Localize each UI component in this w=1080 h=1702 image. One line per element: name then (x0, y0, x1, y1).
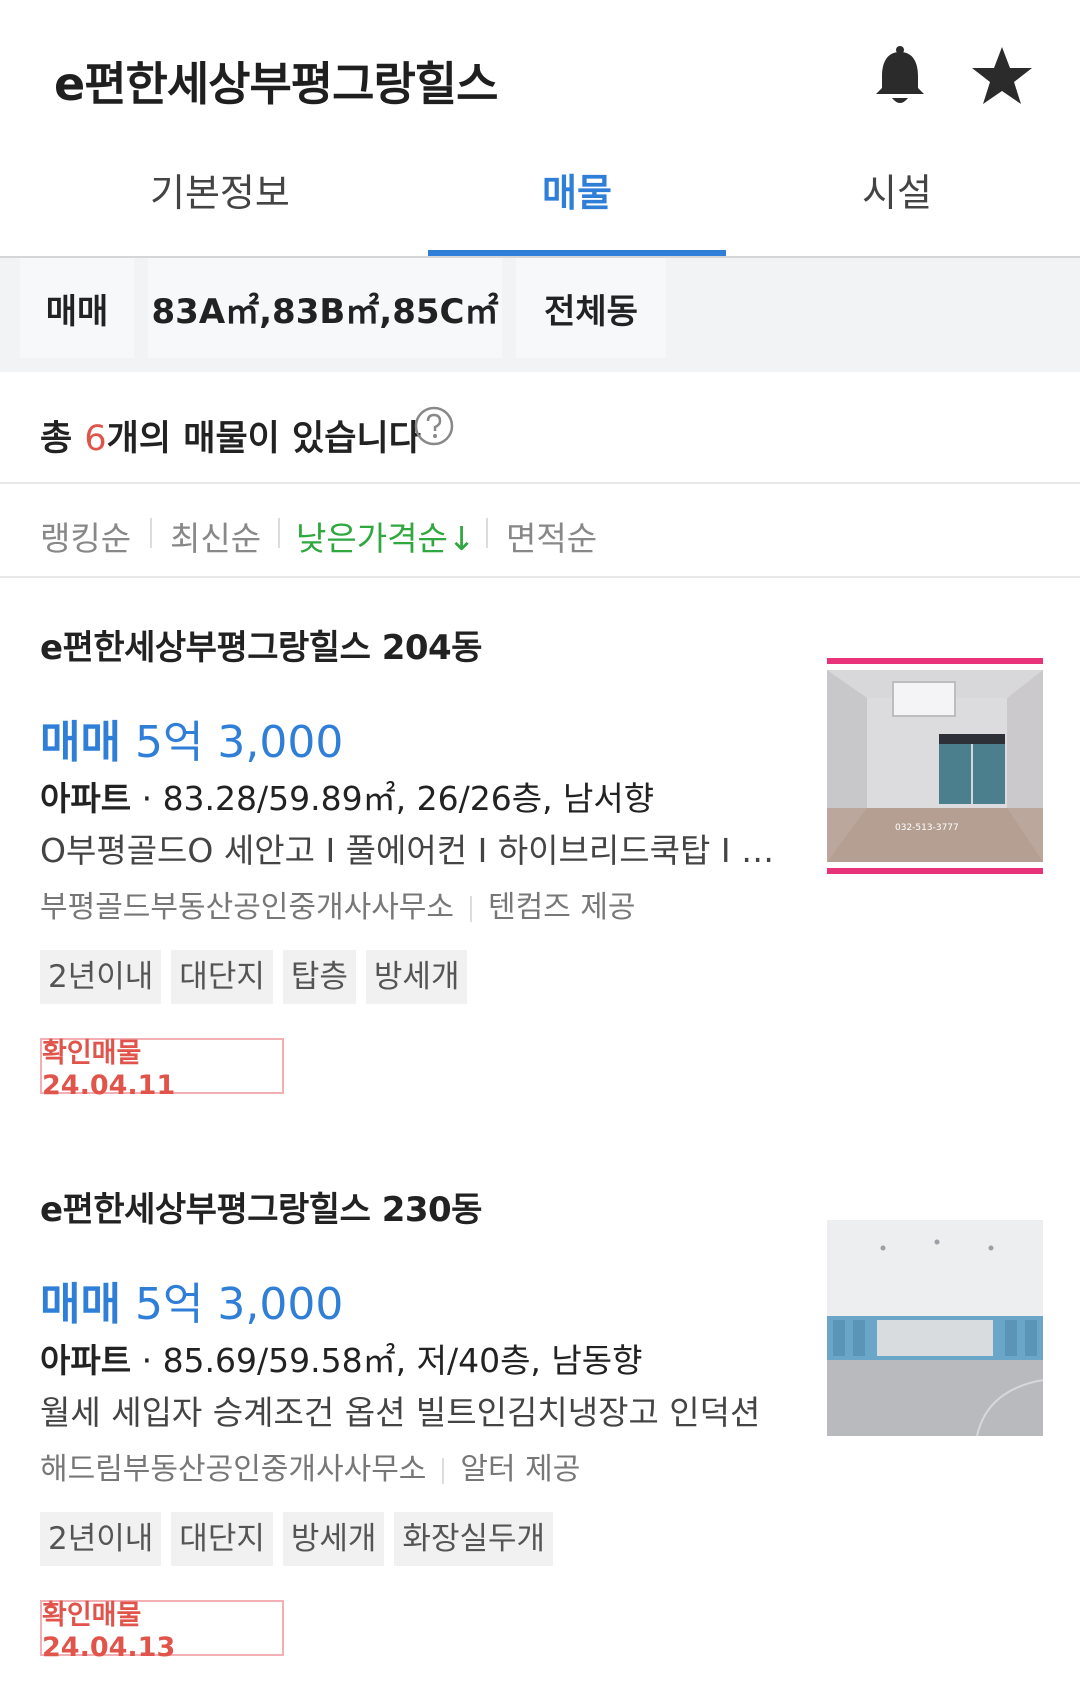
verified-badge: 확인매물 24.04.13 (40, 1600, 284, 1663)
listing-price: 매매 5억 3,000 (40, 706, 343, 770)
tag: 대단지 (171, 950, 273, 1004)
listing-item[interactable]: e편한세상부평그랑힐스 230동 매매 5억 3,000 아파트 · 85.69/… (0, 1182, 1080, 1702)
listing-count: 총 6개의 매물이 있습니다 (40, 410, 421, 461)
verified-badge: 확인매물 24.04.11 (40, 1038, 284, 1101)
listing-title: e편한세상부평그랑힐스 230동 (40, 1190, 482, 1230)
count-prefix: 총 (40, 419, 85, 459)
tag: 방세개 (365, 950, 468, 1004)
data-provider: 텐컴즈 제공 (488, 890, 636, 925)
tag: 탑층 (282, 950, 356, 1004)
tab-bar: 기본정보 매물 시설 (0, 150, 1080, 258)
property-type: 아파트 (40, 779, 132, 818)
bell-icon[interactable] (872, 44, 928, 108)
app-header: e편한세상부평그랑힐스 (0, 0, 1080, 150)
active-tab-indicator (428, 250, 726, 256)
count-number: 6 (84, 419, 107, 459)
agent-separator (470, 895, 472, 922)
sort-area[interactable]: 면적순 (506, 512, 597, 560)
page-title: e편한세상부평그랑힐스 (54, 57, 498, 111)
spec-details: · 85.69/59.58㎡, 저/40층, 남동향 (131, 1341, 643, 1380)
tag: 화장실두개 (394, 1512, 554, 1566)
listing-photo[interactable] (827, 1220, 1043, 1436)
sort-separator (150, 518, 152, 548)
listing-spec: 아파트 · 83.28/59.89㎡, 26/26층, 남서향 (40, 772, 654, 820)
agent-name: 부평골드부동산공인중개사사무소 (40, 890, 454, 925)
listing-agent: 해드림부동산공인중개사사무소 알터 제공 (40, 1444, 580, 1488)
property-type: 아파트 (40, 1341, 132, 1380)
listing-photo[interactable]: 032-513-3777 (827, 658, 1043, 874)
listing-description: 월세 세입자 승계조건 옵션 빌트인김치냉장고 인덕션 (40, 1393, 761, 1432)
tab-facilities[interactable]: 시설 (862, 162, 932, 217)
deal-type: 매매 (40, 1279, 121, 1330)
sort-newest[interactable]: 최신순 (170, 512, 261, 560)
sort-separator (486, 518, 488, 548)
divider (0, 482, 1080, 484)
sort-lowest-price[interactable]: 낮은가격순↓ (296, 512, 475, 560)
tag: 2년이내 (40, 950, 162, 1004)
listing-spec: 아파트 · 85.69/59.58㎡, 저/40층, 남동향 (40, 1334, 643, 1382)
favorite-star-icon[interactable] (970, 44, 1034, 108)
listing-description: O부평골드O 세안고 I 풀에어컨 I 하이브리드쿡탑 I 초... (40, 831, 780, 870)
tag: 2년이내 (40, 1512, 162, 1566)
price-value: 5억 3,000 (134, 717, 344, 768)
listing-item[interactable]: e편한세상부평그랑힐스 204동 매매 5억 3,000 아파트 · 83.28/… (0, 620, 1080, 1140)
area-filter[interactable]: 83A㎡,83B㎡,85C㎡ (148, 258, 502, 358)
listing-price: 매매 5억 3,000 (40, 1268, 343, 1332)
listing-agent: 부평골드부동산공인중개사사무소 텐컴즈 제공 (40, 882, 636, 926)
spec-details: · 83.28/59.89㎡, 26/26층, 남서향 (131, 779, 655, 818)
agent-separator (442, 1457, 445, 1484)
tab-basic-info[interactable]: 기본정보 (150, 162, 290, 217)
count-suffix: 개의 매물이 있습니다 (106, 419, 421, 459)
listing-tags: 2년이내 대단지 탑층 방세개 (40, 950, 468, 1004)
tag: 대단지 (171, 1512, 273, 1566)
deal-type: 매매 (40, 717, 121, 768)
sort-separator (278, 518, 280, 548)
divider (0, 576, 1080, 578)
filter-bar: 매매 83A㎡,83B㎡,85C㎡ 전체동 (0, 258, 1080, 372)
building-filter[interactable]: 전체동 (516, 258, 666, 358)
tab-listings[interactable]: 매물 (542, 162, 612, 217)
tag: 방세개 (282, 1512, 385, 1566)
data-provider: 알터 제공 (460, 1452, 581, 1487)
agent-name: 해드림부동산공인중개사사무소 (40, 1452, 427, 1487)
price-value: 5억 3,000 (134, 1279, 344, 1330)
deal-type-filter[interactable]: 매매 (20, 258, 134, 358)
photo-watermark: 032-513-3777 (895, 823, 959, 833)
help-icon[interactable] (414, 406, 454, 446)
listing-tags: 2년이내 대단지 방세개 화장실두개 (40, 1512, 554, 1566)
listing-title: e편한세상부평그랑힐스 204동 (40, 628, 482, 668)
sort-ranking[interactable]: 랭킹순 (40, 512, 131, 560)
